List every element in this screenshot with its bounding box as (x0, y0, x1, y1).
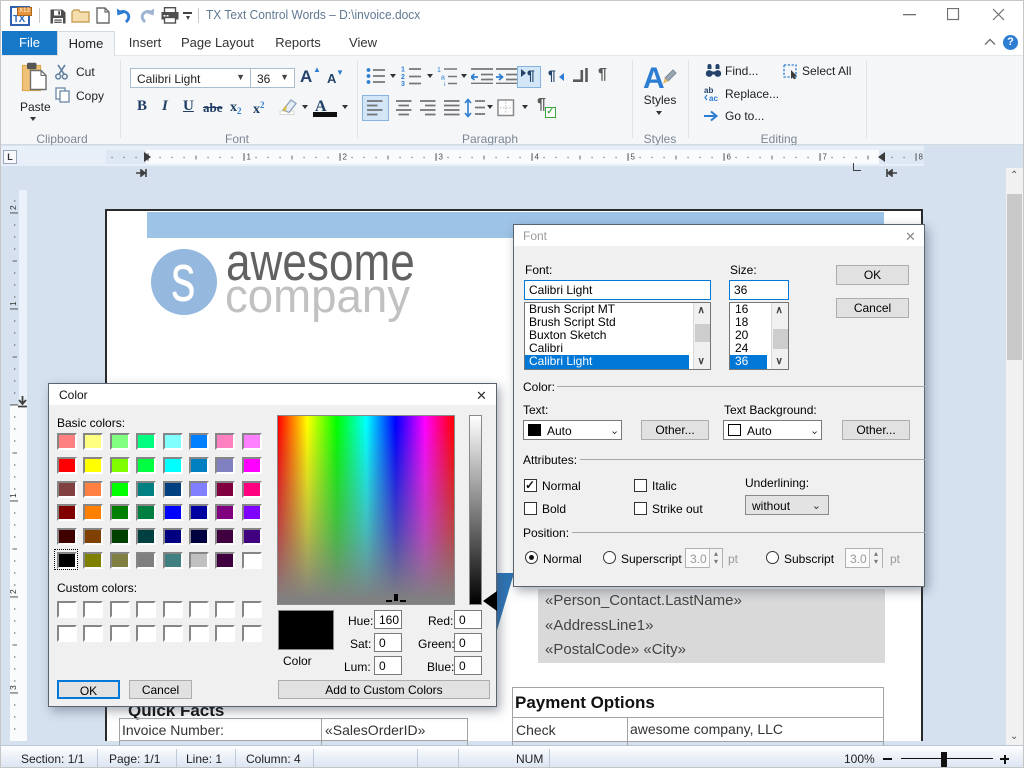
svg-text:5: 5 (631, 153, 636, 162)
svg-text:7: 7 (823, 153, 828, 162)
svg-text:a: a (441, 75, 445, 82)
svg-text:2: 2 (401, 74, 405, 81)
svg-text:ac: ac (709, 94, 718, 101)
svg-text:4: 4 (535, 153, 540, 162)
svg-text:1: 1 (247, 153, 252, 162)
svg-text:3: 3 (401, 81, 405, 86)
svg-text:1: 1 (437, 67, 441, 74)
svg-text:i: i (444, 82, 446, 86)
svg-text:2: 2 (8, 589, 18, 594)
svg-text:A: A (643, 62, 665, 92)
svg-text:1: 1 (401, 67, 405, 74)
svg-text:8: 8 (919, 153, 924, 162)
svg-text:2: 2 (343, 153, 348, 162)
svg-text:3: 3 (8, 685, 18, 690)
svg-text:1: 1 (8, 493, 18, 498)
svg-text:3: 3 (439, 153, 444, 162)
svg-text:6: 6 (727, 153, 732, 162)
svg-text:1: 1 (8, 301, 18, 306)
svg-text:2: 2 (8, 205, 18, 210)
